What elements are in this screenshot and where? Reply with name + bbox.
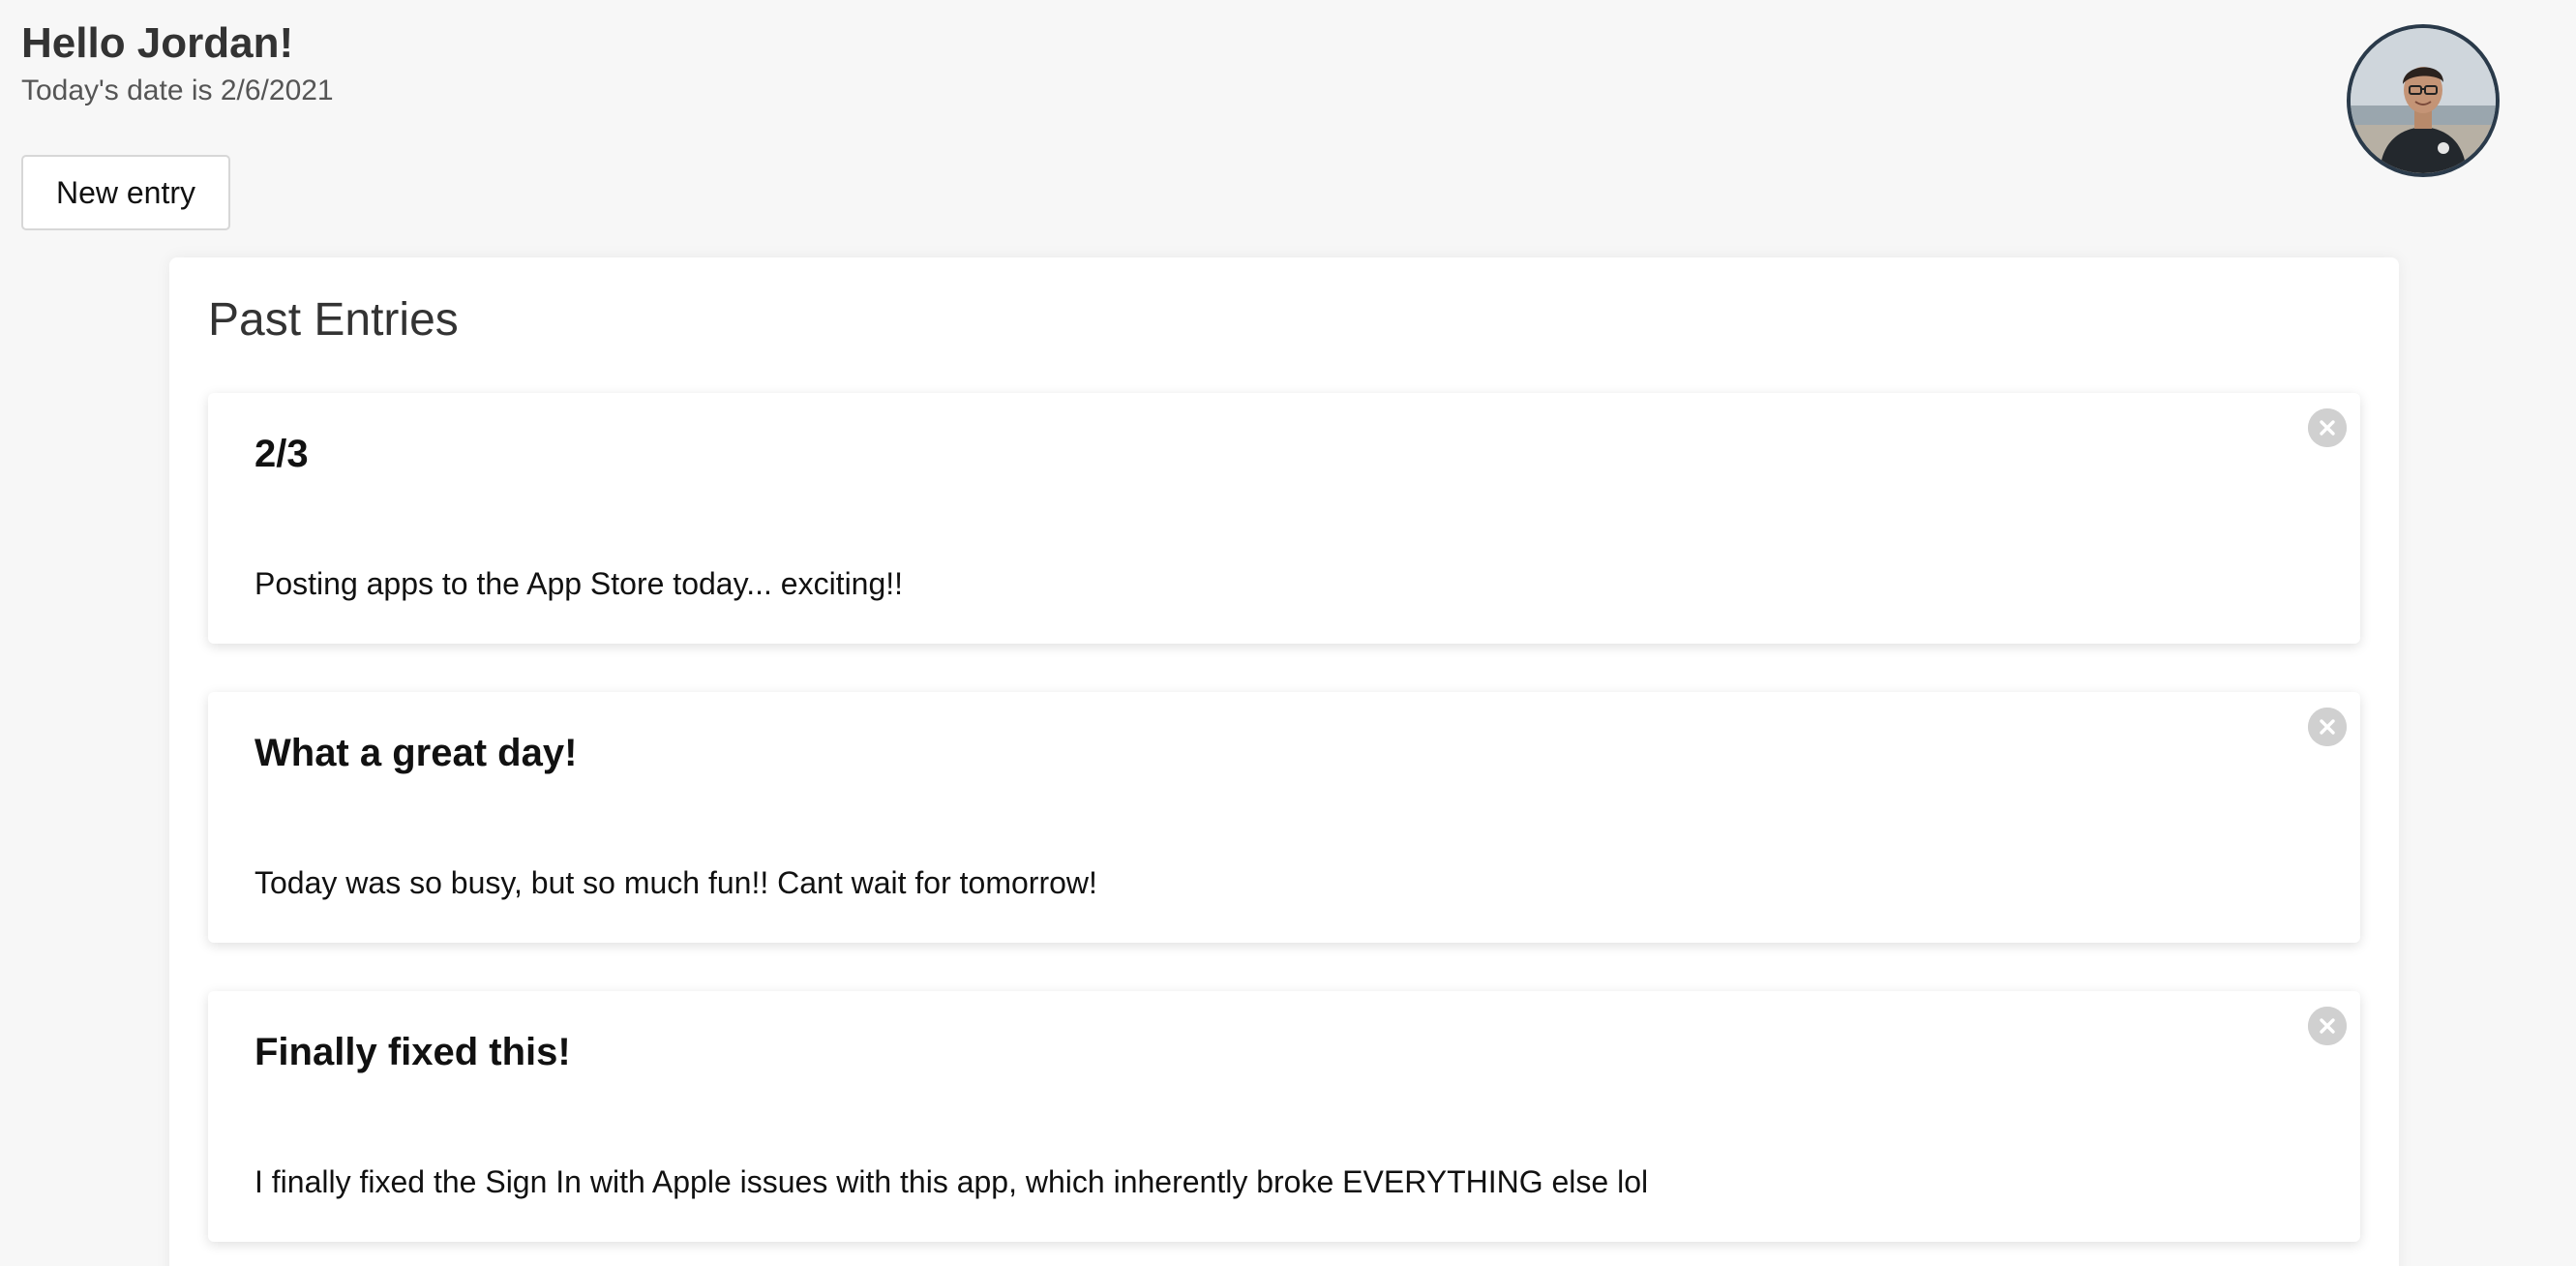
close-circle-icon [2308,708,2347,746]
entry-card[interactable]: Finally fixed this! I finally fixed the … [208,991,2360,1242]
todays-date: Today's date is 2/6/2021 [21,75,334,106]
greeting-heading: Hello Jordan! [21,19,294,67]
entry-title: What a great day! [255,732,578,774]
past-entries-panel: Past Entries 2/3 Posting apps to the App… [169,257,2399,1266]
entry-body: Posting apps to the App Store today... e… [255,566,904,601]
close-circle-icon [2308,1007,2347,1045]
past-entries-title: Past Entries [208,294,459,346]
entry-card[interactable]: 2/3 Posting apps to the App Store today.… [208,393,2360,644]
entry-card[interactable]: What a great day! Today was so busy, but… [208,692,2360,943]
delete-entry-button[interactable] [2308,408,2347,447]
entry-body: I finally fixed the Sign In with Apple i… [255,1164,1649,1199]
delete-entry-button[interactable] [2308,708,2347,746]
journal-page: Hello Jordan! Today's date is 2/6/2021 N… [0,0,2576,1266]
entry-title: 2/3 [255,433,309,475]
avatar-photo [2351,28,2496,173]
entry-body: Today was so busy, but so much fun!! Can… [255,865,1097,900]
entry-title: Finally fixed this! [255,1031,571,1073]
avatar[interactable] [2347,24,2500,177]
new-entry-button[interactable]: New entry [21,155,230,230]
close-circle-icon [2308,408,2347,447]
delete-entry-button[interactable] [2308,1007,2347,1045]
